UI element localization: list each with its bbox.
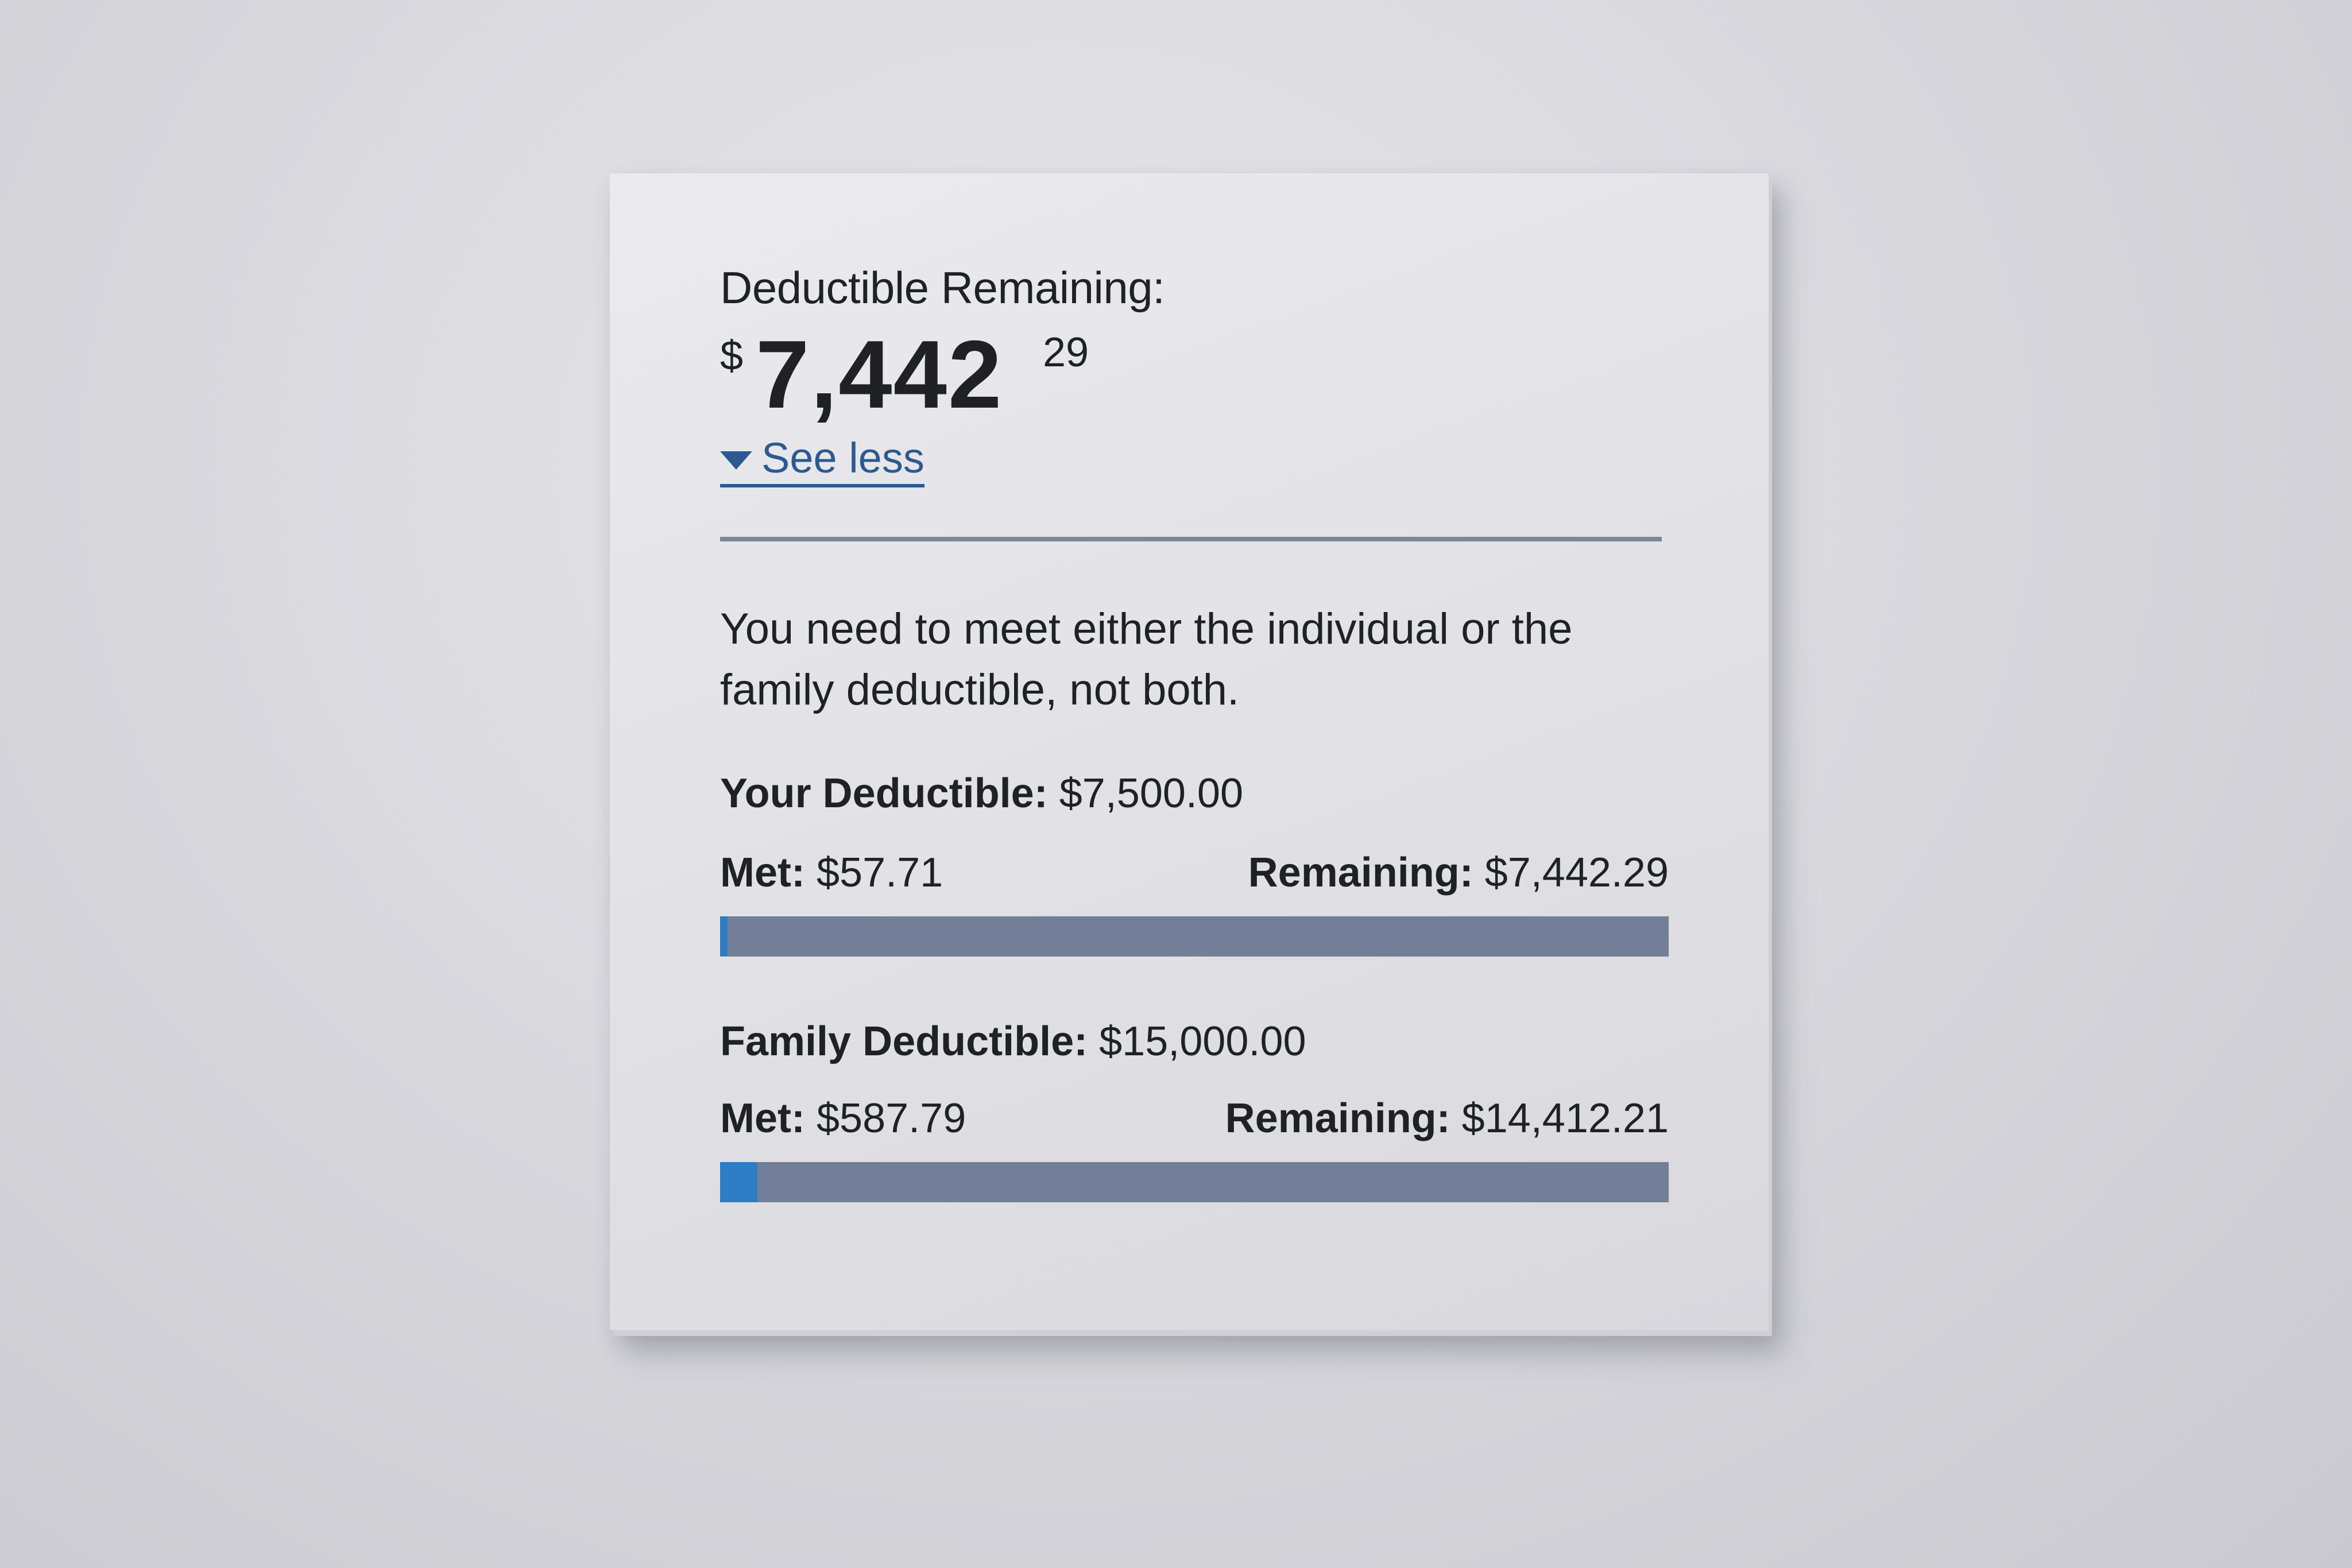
- individual-progress-fill: [720, 916, 728, 957]
- individual-remaining-label: Remaining:: [1248, 849, 1473, 896]
- deductible-remaining-amount: $ 7,442 29: [720, 326, 1668, 427]
- family-met-row: Met: $587.79 Remaining: $14,412.21: [720, 1098, 1669, 1139]
- divider: [720, 537, 1662, 541]
- deductible-remaining-heading: Deductible Remaining:: [720, 262, 1165, 313]
- see-less-toggle[interactable]: See less: [720, 437, 924, 487]
- see-less-label: See less: [761, 434, 924, 482]
- amount-currency-symbol: $: [720, 333, 744, 379]
- individual-deductible-section: Your Deductible: $7,500.00 Met: $57.71 R…: [720, 773, 1669, 957]
- individual-met-value: $57.71: [804, 849, 943, 896]
- family-met: Met: $587.79: [720, 1098, 966, 1139]
- individual-met-row: Met: $57.71 Remaining: $7,442.29: [720, 852, 1669, 893]
- family-deductible-value: $15,000.00: [1088, 1018, 1306, 1064]
- caret-down-icon: [720, 451, 752, 470]
- individual-deductible-value: $7,500.00: [1047, 770, 1244, 816]
- family-deductible-section: Family Deductible: $15,000.00 Met: $587.…: [720, 1021, 1669, 1202]
- individual-deductible-label: Your Deductible:: [720, 770, 1048, 816]
- deductible-note: You need to meet either the individual o…: [720, 605, 1573, 715]
- family-progress-bar: [720, 1162, 1669, 1202]
- amount-cents: 29: [1043, 330, 1089, 375]
- family-remaining-value: $14,412.21: [1450, 1095, 1669, 1141]
- family-deductible-title: Family Deductible: $15,000.00: [720, 1021, 1668, 1062]
- individual-remaining-value: $7,442.29: [1473, 849, 1669, 896]
- amount-whole: 7,442: [756, 320, 1003, 428]
- family-met-value: $587.79: [804, 1095, 966, 1141]
- family-deductible-label: Family Deductible:: [720, 1018, 1088, 1064]
- family-remaining-label: Remaining:: [1225, 1095, 1450, 1141]
- individual-progress-bar: [720, 916, 1669, 957]
- individual-deductible-title: Your Deductible: $7,500.00: [720, 773, 1668, 814]
- family-remaining: Remaining: $14,412.21: [1225, 1098, 1669, 1139]
- family-met-label: Met:: [720, 1095, 805, 1141]
- individual-met: Met: $57.71: [720, 852, 943, 893]
- individual-remaining: Remaining: $7,442.29: [1248, 852, 1669, 893]
- family-progress-fill: [720, 1162, 757, 1202]
- deductible-content: Deductible Remaining: $ 7,442 29 See les…: [720, 262, 1669, 1202]
- deductible-card: Deductible Remaining: $ 7,442 29 See les…: [610, 173, 1769, 1330]
- individual-met-label: Met:: [720, 849, 805, 896]
